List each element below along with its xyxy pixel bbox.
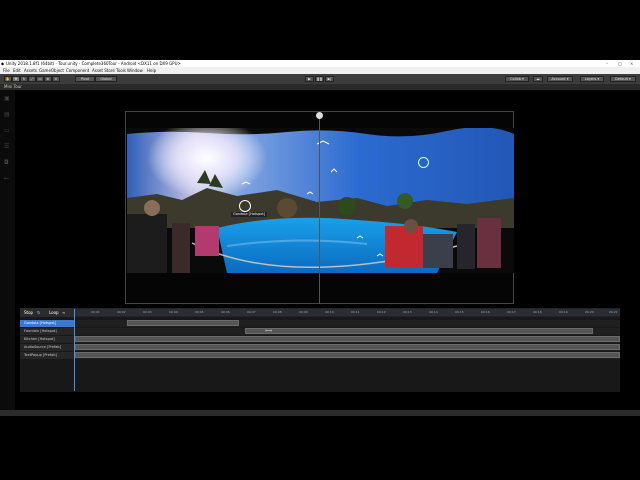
left-tool-strip: ▣ ▤ ▭ ☰ ◘ ← <box>0 90 15 410</box>
loop-button[interactable]: Loop <box>49 310 59 315</box>
ruler-tick: 00:08 <box>273 310 282 314</box>
ruler-tick: 00:16 <box>481 310 490 314</box>
ruler-tick: 00:09 <box>299 310 308 314</box>
status-bar <box>0 410 640 416</box>
viewport-center-guide <box>319 112 320 304</box>
track-lane-kitchen[interactable] <box>75 336 620 343</box>
timeline-clip[interactable] <box>75 344 620 350</box>
ruler-tick: 00:15 <box>455 310 464 314</box>
camera-icon[interactable]: ◘ <box>4 160 11 166</box>
pivot-toggle[interactable]: Pivot <box>75 76 95 82</box>
resize-cursor-icon: ⟺ <box>265 328 273 334</box>
hand-tool-icon[interactable]: ✋ <box>4 76 12 82</box>
menu-asset-store-tools[interactable]: Asset Store Tools <box>92 68 126 73</box>
save-icon[interactable]: ▣ <box>4 96 11 102</box>
track-lane-textpopup[interactable] <box>75 352 620 359</box>
minimize-button[interactable]: – <box>606 61 608 66</box>
ruler-tick: 00:17 <box>507 310 516 314</box>
view-handle-icon[interactable] <box>316 112 323 119</box>
timeline-ruler[interactable]: 00:01 00:02 00:03 00:04 00:05 00:06 00:0… <box>75 309 620 316</box>
timeline-playhead[interactable] <box>74 309 75 391</box>
folder-icon[interactable]: ▭ <box>4 128 11 134</box>
play-icon[interactable]: ▶ <box>305 76 314 82</box>
unity-logo-icon: ◆ <box>1 61 5 66</box>
rotate-tool-icon[interactable]: ↻ <box>20 76 28 82</box>
arrow-left-icon[interactable]: ← <box>4 176 11 182</box>
custom-tool-icon[interactable]: ✕ <box>52 76 60 82</box>
timeline-clip[interactable] <box>245 328 593 334</box>
timeline-controls: Stop ↻ Loop ∞ <box>20 308 74 317</box>
menu-window[interactable]: Window <box>127 68 143 73</box>
track-lane-gondola[interactable] <box>75 320 620 327</box>
timeline-clip[interactable] <box>75 336 620 342</box>
menu-component[interactable]: Component <box>66 68 89 73</box>
ruler-tick: 00:20 <box>585 310 594 314</box>
track-lane-fountain[interactable]: ⟺ <box>75 328 620 335</box>
menu-bar: File Edit Assets GameObject Component As… <box>0 67 640 74</box>
ruler-tick: 00:21 <box>609 310 618 314</box>
infinity-icon[interactable]: ∞ <box>62 310 65 315</box>
track-label-gondola[interactable]: Gondola [Hotspot] <box>20 320 74 327</box>
track-label-textpopup[interactable]: TextPopup [Prefab] <box>20 352 74 359</box>
ruler-tick: 00:07 <box>247 310 256 314</box>
pause-icon[interactable]: ❚❚ <box>315 76 324 82</box>
hotspot-label: Gondola [Hotspot] <box>231 212 268 217</box>
timeline-clip[interactable] <box>75 352 620 358</box>
transform-tool-icon[interactable]: ⊕ <box>44 76 52 82</box>
ruler-tick: 00:18 <box>533 310 542 314</box>
cloud-icon[interactable]: ☁ <box>533 76 543 82</box>
window-title: Unity 2018.1.8f1 (64bit) - Tour.unity - … <box>6 61 181 66</box>
rect-tool-icon[interactable]: ▭ <box>36 76 44 82</box>
account-dropdown[interactable]: Account ▾ <box>547 76 573 82</box>
main-toolbar: ✋ ✥ ↻ ⤢ ▭ ⊕ ✕ Pivot Global ▶ ❚❚ ▶| Colla… <box>0 74 640 84</box>
menu-help[interactable]: Help <box>147 68 156 73</box>
menu-assets[interactable]: Assets <box>24 68 37 73</box>
scale-tool-icon[interactable]: ⤢ <box>28 76 36 82</box>
close-button[interactable]: × <box>630 61 633 66</box>
track-label-audiosource[interactable]: AudioSource [Prefab] <box>20 344 74 351</box>
window-titlebar: ◆ Unity 2018.1.8f1 (64bit) - Tour.unity … <box>0 60 640 67</box>
layers-icon[interactable]: ☰ <box>4 144 11 150</box>
refresh-icon[interactable]: ↻ <box>37 310 40 315</box>
layout-dropdown[interactable]: Default ▾ <box>610 76 636 82</box>
timeline-clip[interactable] <box>127 320 239 326</box>
collab-dropdown[interactable]: Collab ▾ <box>505 76 529 82</box>
ruler-tick: 00:14 <box>429 310 438 314</box>
ruler-tick: 00:06 <box>221 310 230 314</box>
document-icon[interactable]: ▤ <box>4 112 11 118</box>
ruler-tick: 00:10 <box>325 310 334 314</box>
layers-dropdown[interactable]: Layers ▾ <box>580 76 604 82</box>
track-lane-audiosource[interactable] <box>75 344 620 351</box>
hotspot-target-icon[interactable] <box>418 157 429 168</box>
ruler-tick: 00:11 <box>351 310 360 314</box>
ruler-tick: 00:03 <box>143 310 152 314</box>
ruler-tick: 00:12 <box>377 310 386 314</box>
move-tool-icon[interactable]: ✥ <box>12 76 20 82</box>
ruler-tick: 00:13 <box>403 310 412 314</box>
ruler-tick: 00:05 <box>195 310 204 314</box>
step-icon[interactable]: ▶| <box>325 76 334 82</box>
maximize-button[interactable]: □ <box>618 61 622 66</box>
ruler-tick: 00:19 <box>559 310 568 314</box>
hotspot-gondola-icon[interactable] <box>239 200 251 212</box>
track-label-kitchen[interactable]: Kitchen [Hotspot] <box>20 336 74 343</box>
ruler-tick: 00:01 <box>91 310 100 314</box>
menu-file[interactable]: File <box>3 68 10 73</box>
ruler-tick: 00:02 <box>117 310 126 314</box>
panorama-image <box>127 128 514 273</box>
track-label-fountain[interactable]: Fountain [Hotspot] <box>20 328 74 335</box>
stop-button[interactable]: Stop <box>24 310 33 315</box>
scene-tab-label: Mini Tour <box>4 84 22 89</box>
ruler-tick: 00:04 <box>169 310 178 314</box>
global-toggle[interactable]: Global <box>95 76 117 82</box>
menu-gameobject[interactable]: GameObject <box>39 68 64 73</box>
menu-edit[interactable]: Edit <box>13 68 21 73</box>
